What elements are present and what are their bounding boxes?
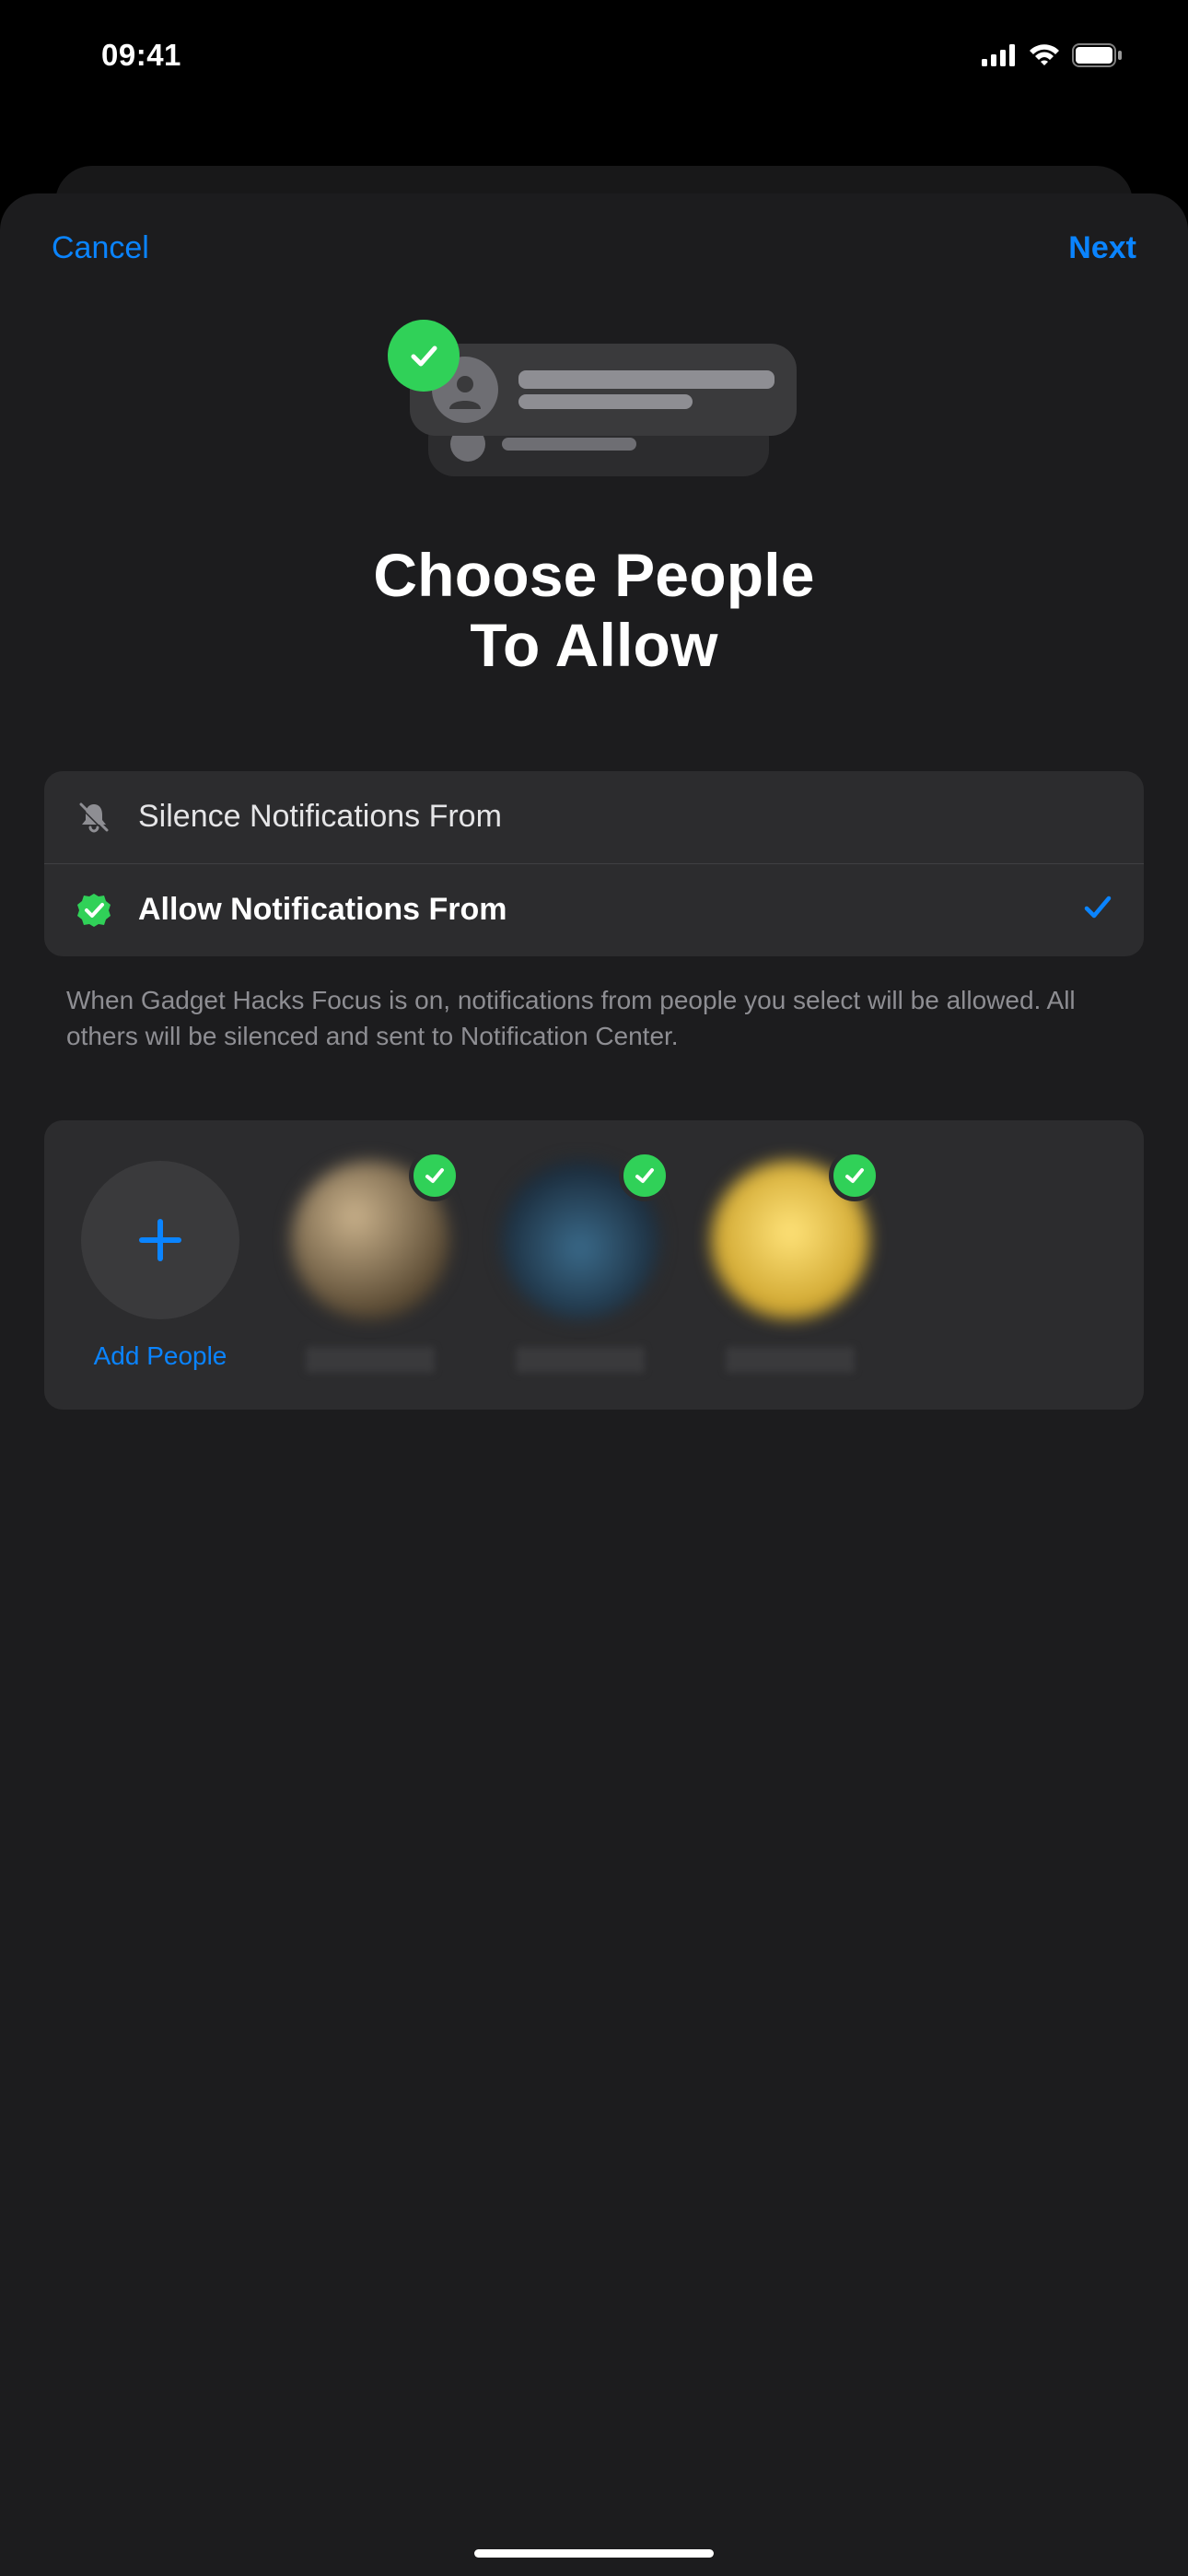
avatar bbox=[501, 1161, 659, 1319]
cancel-button[interactable]: Cancel bbox=[52, 230, 149, 266]
hero: Choose PeopleTo Allow bbox=[0, 303, 1188, 718]
status-icons bbox=[982, 43, 1124, 67]
contact-item-3[interactable] bbox=[711, 1161, 869, 1373]
allow-option-label: Allow Notifications From bbox=[138, 892, 1057, 928]
selected-check-icon bbox=[1081, 891, 1114, 929]
hero-card-front bbox=[410, 344, 797, 436]
checkmark-badge-icon bbox=[409, 1150, 460, 1201]
avatar bbox=[291, 1161, 449, 1319]
status-time: 09:41 bbox=[101, 38, 181, 73]
contact-item-1[interactable] bbox=[291, 1161, 449, 1373]
modal-sheet: Cancel Next Choose PeopleTo Al bbox=[0, 193, 1188, 2576]
plus-circle-icon bbox=[81, 1161, 239, 1319]
nav-bar: Cancel Next bbox=[0, 230, 1188, 303]
page-title: Choose PeopleTo Allow bbox=[373, 541, 814, 681]
add-people-label: Add People bbox=[94, 1341, 227, 1371]
allow-option-row[interactable]: Allow Notifications From bbox=[44, 863, 1144, 956]
avatar bbox=[711, 1161, 869, 1319]
home-indicator[interactable] bbox=[474, 2549, 714, 2558]
checkmark-badge-icon bbox=[619, 1150, 670, 1201]
contact-name-redacted bbox=[516, 1347, 645, 1373]
contact-name-redacted bbox=[726, 1347, 855, 1373]
add-people-button[interactable]: Add People bbox=[81, 1161, 239, 1371]
help-text: When Gadget Hacks Focus is on, notificat… bbox=[0, 956, 1188, 1054]
hero-illustration bbox=[355, 310, 833, 522]
contact-name-redacted bbox=[306, 1347, 435, 1373]
checkmark-seal-icon bbox=[74, 890, 114, 931]
silence-option-label: Silence Notifications From bbox=[138, 799, 1114, 835]
bell-slash-icon bbox=[74, 797, 114, 837]
silence-option-row[interactable]: Silence Notifications From bbox=[44, 771, 1144, 863]
contact-item-2[interactable] bbox=[501, 1161, 659, 1373]
checkmark-badge-icon bbox=[829, 1150, 880, 1201]
next-button[interactable]: Next bbox=[1068, 230, 1136, 266]
checkmark-badge-icon bbox=[388, 320, 460, 392]
people-group: Add People bbox=[44, 1120, 1144, 1410]
cellular-icon bbox=[982, 44, 1017, 66]
battery-icon bbox=[1072, 43, 1124, 67]
status-bar: 09:41 bbox=[0, 0, 1188, 111]
notification-mode-group: Silence Notifications From Allow Notific… bbox=[44, 771, 1144, 956]
wifi-icon bbox=[1028, 43, 1061, 67]
